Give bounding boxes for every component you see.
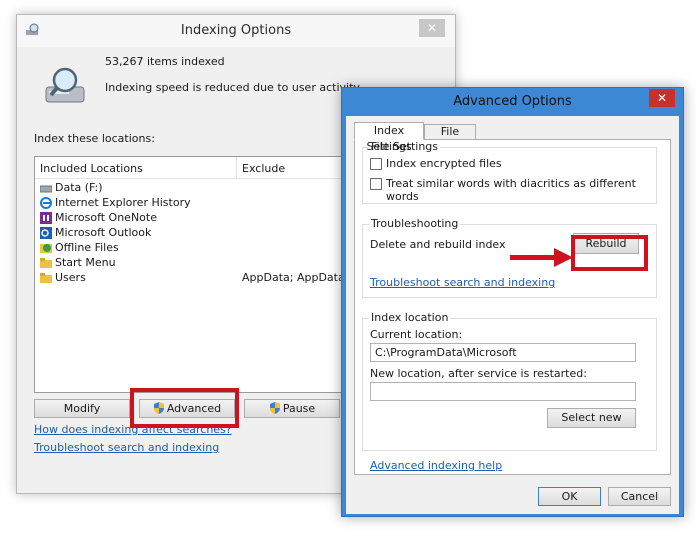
ie-icon bbox=[40, 197, 52, 209]
indexing-drive-search-icon bbox=[45, 67, 85, 103]
location-name: Offline Files bbox=[55, 241, 119, 254]
advanced-options-titlebar: Advanced Options ✕ bbox=[342, 88, 683, 116]
troubleshoot-link[interactable]: Troubleshoot search and indexing bbox=[34, 441, 219, 454]
location-name: Internet Explorer History bbox=[55, 196, 191, 209]
delete-rebuild-label: Delete and rebuild index bbox=[370, 238, 506, 251]
pause-button-label: Pause bbox=[282, 402, 316, 415]
exclude-header[interactable]: Exclude bbox=[242, 162, 285, 175]
advanced-highlight-box bbox=[130, 388, 239, 428]
location-name: Data (F:) bbox=[55, 181, 103, 194]
new-location-label: New location, after service is restarted… bbox=[370, 367, 587, 380]
location-name: Microsoft Outlook bbox=[55, 226, 152, 239]
location-name: Start Menu bbox=[55, 256, 116, 269]
troubleshoot-link[interactable]: Troubleshoot search and indexing bbox=[370, 276, 555, 289]
items-indexed-count: 53,267 items indexed bbox=[105, 55, 225, 68]
pause-button[interactable]: Pause bbox=[244, 399, 340, 418]
current-location-label: Current location: bbox=[370, 328, 463, 341]
drive-icon bbox=[40, 185, 52, 193]
outlook-icon bbox=[40, 227, 52, 239]
onenote-icon bbox=[40, 212, 52, 224]
ok-button[interactable]: OK bbox=[538, 487, 601, 506]
cancel-button[interactable]: Cancel bbox=[608, 487, 671, 506]
encrypted-files-label: Index encrypted files bbox=[386, 157, 502, 170]
troubleshooting-title: Troubleshooting bbox=[369, 217, 461, 230]
file-settings-group: File Settings Index encrypted files Trea… bbox=[362, 140, 657, 204]
rebuild-highlight-box bbox=[571, 235, 648, 271]
advanced-options-title: Advanced Options bbox=[453, 94, 572, 109]
advanced-options-window: Advanced Options ✕ Index Settings File T… bbox=[341, 87, 684, 517]
close-icon[interactable]: ✕ bbox=[419, 19, 445, 37]
column-divider bbox=[236, 157, 237, 179]
index-location-title: Index location bbox=[369, 311, 451, 324]
close-icon[interactable]: ✕ bbox=[649, 89, 675, 107]
diacritics-checkbox[interactable] bbox=[370, 178, 382, 190]
index-settings-panel: File Settings Index encrypted files Trea… bbox=[354, 139, 671, 475]
red-arrow-icon bbox=[510, 248, 573, 267]
current-location-field[interactable]: C:\ProgramData\Microsoft bbox=[370, 343, 636, 362]
indexing-status-text: Indexing speed is reduced due to user ac… bbox=[105, 81, 362, 94]
included-locations-header[interactable]: Included Locations bbox=[40, 162, 143, 175]
new-location-field[interactable] bbox=[370, 382, 636, 401]
index-location-group: Index location Current location: C:\Prog… bbox=[362, 311, 657, 451]
location-name: Microsoft OneNote bbox=[55, 211, 157, 224]
diacritics-label: Treat similar words with diacritics as d… bbox=[386, 177, 636, 203]
indexing-options-titlebar: Indexing Options ✕ bbox=[17, 15, 455, 47]
select-new-button[interactable]: Select new bbox=[547, 408, 636, 428]
location-name: Users bbox=[55, 271, 86, 284]
indexing-options-title: Indexing Options bbox=[180, 23, 292, 38]
index-locations-label: Index these locations: bbox=[34, 132, 155, 145]
folder-icon bbox=[40, 258, 52, 268]
folder-icon bbox=[40, 273, 52, 283]
advanced-indexing-help-link[interactable]: Advanced indexing help bbox=[370, 459, 502, 472]
location-exclude: AppData; AppData bbox=[242, 271, 345, 284]
uac-shield-icon bbox=[269, 402, 280, 414]
tab-index-settings[interactable]: Index Settings bbox=[354, 122, 424, 153]
encrypted-files-checkbox[interactable] bbox=[370, 158, 382, 170]
tab-file-types[interactable]: File Types bbox=[424, 124, 476, 152]
modify-button[interactable]: Modify bbox=[34, 399, 130, 418]
offline-files-icon bbox=[40, 244, 52, 253]
advanced-options-client: Index Settings File Types File Settings … bbox=[346, 116, 679, 514]
